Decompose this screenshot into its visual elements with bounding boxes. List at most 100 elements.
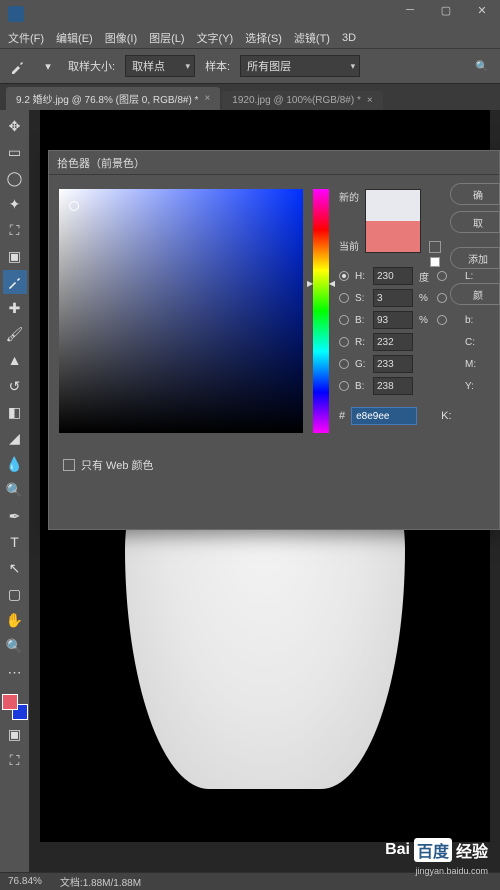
- radio-l[interactable]: [437, 271, 447, 281]
- marquee-tool[interactable]: ▭: [3, 140, 27, 164]
- menu-select[interactable]: 选择(S): [245, 30, 282, 46]
- bb-input[interactable]: [373, 377, 413, 395]
- dialog-title-bar[interactable]: 拾色器（前景色）: [49, 151, 499, 175]
- history-brush-tool[interactable]: ↺: [3, 374, 27, 398]
- r-input[interactable]: [373, 333, 413, 351]
- eyedropper-icon[interactable]: [8, 56, 28, 76]
- app-logo: [8, 6, 24, 22]
- menu-file[interactable]: 文件(F): [8, 30, 44, 46]
- sample-label: 样本:: [205, 58, 230, 74]
- menu-layer[interactable]: 图层(L): [149, 30, 184, 46]
- radio-h[interactable]: [339, 271, 349, 281]
- menu-bar: 文件(F) 编辑(E) 图像(I) 图层(L) 文字(Y) 选择(S) 滤镜(T…: [0, 28, 500, 48]
- menu-3d[interactable]: 3D: [342, 32, 356, 44]
- gradient-tool[interactable]: ◢: [3, 426, 27, 450]
- tab-label: 1920.jpg @ 100%(RGB/8#) *: [232, 95, 361, 106]
- hand-tool[interactable]: ✋: [3, 608, 27, 632]
- web-only-row: 只有 Web 颜色: [63, 457, 154, 473]
- menu-image[interactable]: 图像(I): [105, 30, 137, 46]
- dodge-tool[interactable]: 🔍: [3, 478, 27, 502]
- options-bar: ▾ 取样大小: 取样点 样本: 所有图层 🔍: [0, 48, 500, 84]
- document-tab[interactable]: 1920.jpg @ 100%(RGB/8#) * ×: [222, 91, 382, 110]
- pen-tool[interactable]: ✒: [3, 504, 27, 528]
- path-tool[interactable]: ↖: [3, 556, 27, 580]
- menu-filter[interactable]: 滤镜(T): [294, 30, 330, 46]
- foreground-swatch[interactable]: [2, 694, 18, 710]
- g-input[interactable]: [373, 355, 413, 373]
- dialog-buttons: 确 取 添加 颜: [450, 183, 500, 305]
- chevron-down-icon[interactable]: ▾: [38, 56, 58, 76]
- hex-row: # K:: [339, 407, 489, 425]
- saturation-value-field[interactable]: [59, 189, 303, 433]
- dialog-title: 拾色器（前景色）: [57, 155, 145, 171]
- watermark-url: jingyan.baidu.com: [415, 866, 488, 876]
- add-swatch-button[interactable]: 添加: [450, 247, 500, 269]
- minimize-button[interactable]: ─: [392, 0, 428, 20]
- blur-tool[interactable]: 💧: [3, 452, 27, 476]
- websafe-warning-icon[interactable]: [430, 257, 440, 267]
- web-only-label: 只有 Web 颜色: [81, 457, 154, 473]
- lasso-tool[interactable]: ◯: [3, 166, 27, 190]
- wand-tool[interactable]: ✦: [3, 192, 27, 216]
- zoom-level[interactable]: 76.84%: [8, 876, 42, 887]
- brush-tool[interactable]: 🖌: [3, 322, 27, 346]
- document-tabs: 9.2 婚纱.jpg @ 76.8% (图层 0, RGB/8#) * × 19…: [0, 84, 500, 110]
- shape-tool[interactable]: ▢: [3, 582, 27, 606]
- tab-label: 9.2 婚纱.jpg @ 76.8% (图层 0, RGB/8#) *: [16, 91, 198, 106]
- radio-b[interactable]: [339, 315, 349, 325]
- close-icon[interactable]: ×: [367, 95, 373, 106]
- search-icon[interactable]: 🔍: [472, 56, 492, 76]
- s-input[interactable]: [373, 289, 413, 307]
- radio-a[interactable]: [437, 293, 447, 303]
- menu-edit[interactable]: 编辑(E): [56, 30, 93, 46]
- document-tab-active[interactable]: 9.2 婚纱.jpg @ 76.8% (图层 0, RGB/8#) * ×: [6, 87, 220, 110]
- quickmask-tool[interactable]: ▣: [3, 722, 27, 746]
- frame-tool[interactable]: ▣: [3, 244, 27, 268]
- menu-type[interactable]: 文字(Y): [197, 30, 234, 46]
- color-swatches[interactable]: [2, 694, 28, 720]
- stamp-tool[interactable]: ▲: [3, 348, 27, 372]
- zoom-tool[interactable]: 🔍: [3, 634, 27, 658]
- radio-g[interactable]: [339, 359, 349, 369]
- watermark: Bai百度经验: [385, 838, 488, 862]
- current-color-label: 当前: [339, 238, 359, 253]
- hex-label: #: [339, 410, 345, 422]
- color-libraries-button[interactable]: 颜: [450, 283, 500, 305]
- crop-tool[interactable]: ⛶: [3, 218, 27, 242]
- window-controls: ─ ▢ ✕: [392, 0, 500, 20]
- title-bar: ─ ▢ ✕: [0, 0, 500, 28]
- eraser-tool[interactable]: ◧: [3, 400, 27, 424]
- hue-pointer[interactable]: ▶◀: [307, 279, 335, 288]
- sample-size-dropdown[interactable]: 取样点: [125, 55, 195, 77]
- close-icon[interactable]: ×: [204, 93, 210, 104]
- radio-r[interactable]: [339, 337, 349, 347]
- color-picker-dialog: 拾色器（前景色） ▶◀ 新的 当前 H:度L: S:: [48, 150, 500, 530]
- h-input[interactable]: [373, 267, 413, 285]
- sv-cursor[interactable]: [69, 201, 79, 211]
- screenmode-tool[interactable]: ⛶: [3, 748, 27, 772]
- sample-dropdown[interactable]: 所有图层: [240, 55, 360, 77]
- type-tool[interactable]: T: [3, 530, 27, 554]
- new-color-swatch[interactable]: [366, 190, 420, 221]
- b-input[interactable]: [373, 311, 413, 329]
- radio-s[interactable]: [339, 293, 349, 303]
- close-button[interactable]: ✕: [464, 0, 500, 20]
- current-color-swatch[interactable]: [366, 221, 420, 252]
- maximize-button[interactable]: ▢: [428, 0, 464, 20]
- new-color-label: 新的: [339, 189, 359, 204]
- radio-bb2[interactable]: [339, 381, 349, 391]
- ok-button[interactable]: 确: [450, 183, 500, 205]
- radio-bb[interactable]: [437, 315, 447, 325]
- tool-rail: ✥ ▭ ◯ ✦ ⛶ ▣ ✚ 🖌 ▲ ↺ ◧ ◢ 💧 🔍 ✒ T ↖ ▢ ✋ 🔍 …: [0, 110, 30, 872]
- hex-input[interactable]: [351, 407, 417, 425]
- heal-tool[interactable]: ✚: [3, 296, 27, 320]
- move-tool[interactable]: ✥: [3, 114, 27, 138]
- eyedropper-tool[interactable]: [3, 270, 27, 294]
- gamut-warning-icon[interactable]: [429, 241, 441, 253]
- cancel-button[interactable]: 取: [450, 211, 500, 233]
- sample-size-label: 取样大小:: [68, 58, 115, 74]
- web-only-checkbox[interactable]: [63, 459, 75, 471]
- hue-slider[interactable]: ▶◀: [313, 189, 329, 433]
- more-tool[interactable]: ⋯: [3, 660, 27, 684]
- doc-size: 文档:1.88M/1.88M: [60, 874, 141, 889]
